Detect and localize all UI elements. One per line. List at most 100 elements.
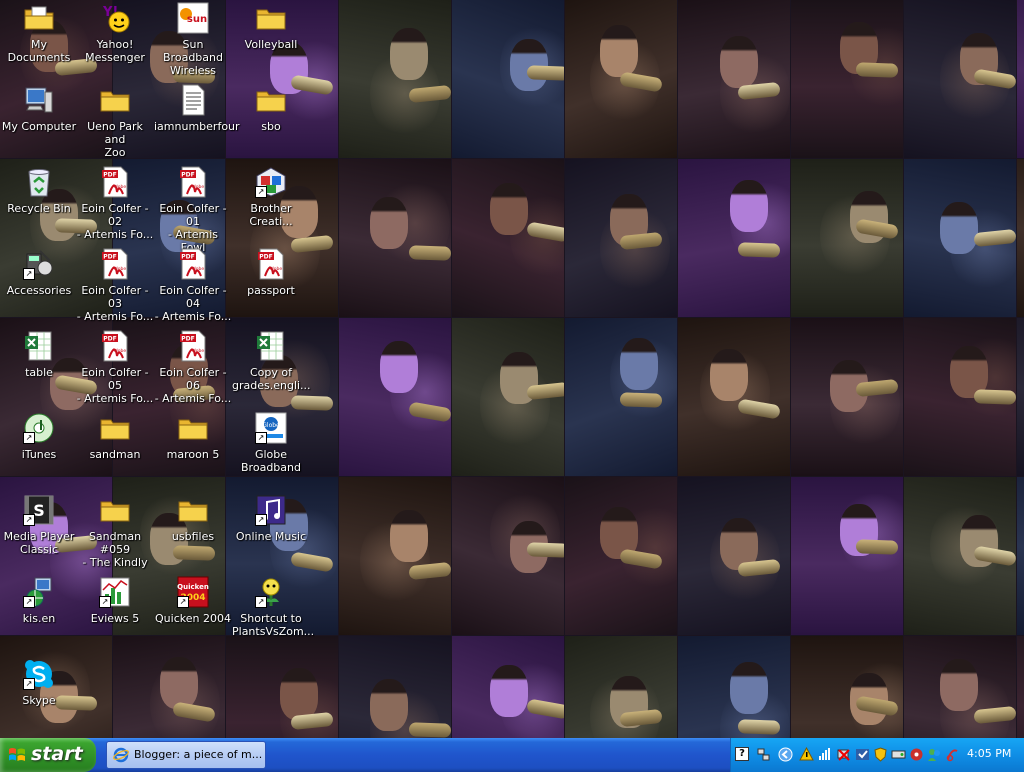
pdf-icon: PDF Adobe	[255, 248, 287, 280]
desktop-icon-skype[interactable]: ↗ Skype	[0, 658, 78, 736]
wallpaper-microphone	[973, 389, 1016, 405]
system-tray: ? 4:05 PM	[730, 738, 1024, 772]
desktop-icon-accessories[interactable]: ↗ Accessories	[0, 248, 78, 326]
sun-broadband-icon: sun	[177, 2, 209, 34]
desktop-icon-label: Recycle Bin	[7, 202, 71, 215]
wallpaper-tile	[678, 159, 790, 317]
disconnected-network-icon[interactable]	[836, 747, 851, 762]
desktop-icon-eviews-5[interactable]: ↗ Eviews 5	[76, 576, 154, 654]
wallpaper-tile	[678, 636, 790, 738]
wallpaper-microphone	[619, 392, 663, 408]
desktop-icon-sun-broadband[interactable]: sun Sun Broadband Wireless	[154, 2, 232, 80]
folder-icon	[177, 412, 209, 444]
help-icon[interactable]: ?	[735, 747, 749, 761]
desktop-icon-label: Eoin Colfer - 03 - Artemis Fo...	[76, 284, 154, 323]
desktop-icon-label: Sandman #059 - The Kindly ...	[82, 530, 148, 582]
drive-icon[interactable]	[891, 747, 906, 762]
svg-text:PDF: PDF	[103, 336, 116, 343]
yahoo-tray-icon[interactable]	[945, 747, 960, 762]
desktop-icon-eoin-colfer-06[interactable]: PDF Adobe Eoin Colfer - 06 - Artemis Fo...	[154, 330, 232, 408]
wallpaper-tile	[452, 477, 564, 635]
desktop-icon-volleyball[interactable]: Volleyball	[232, 2, 310, 80]
wallpaper-tile	[339, 159, 451, 317]
desktop-icon-eoin-colfer-03[interactable]: PDF Adobe Eoin Colfer - 03 - Artemis Fo...	[76, 248, 154, 326]
desktop-icon-online-music[interactable]: ↗ Online Music	[232, 494, 310, 572]
wallpaper-microphone	[855, 539, 899, 555]
wallpaper-singer	[390, 510, 428, 562]
folder-icon	[99, 494, 131, 526]
internet-explorer-icon	[113, 747, 129, 763]
desktop-icon-quicken-2004[interactable]: Quicken 2004 ↗ Quicken 2004	[154, 576, 232, 654]
wallpaper-singer	[940, 659, 978, 711]
desktop-icon-brother[interactable]: ↗ Brother Creati...	[232, 166, 310, 244]
network-connection-icon[interactable]	[756, 747, 771, 762]
desktop-icon-iamnumberfour[interactable]: iamnumberfour	[154, 84, 240, 162]
desktop-icon-label: Globe Broadband	[241, 448, 301, 474]
desktop-icon-itunes[interactable]: ↗ iTunes	[0, 412, 78, 490]
svg-text:PDF: PDF	[103, 254, 116, 261]
desktop-icon-yahoo[interactable]: Y! Yahoo! Messenger	[76, 2, 154, 80]
desktop-icon-label: Skype	[22, 694, 56, 707]
shortcut-arrow-icon: ↗	[23, 268, 35, 280]
security-shield-icon[interactable]	[873, 747, 888, 762]
desktop-icon-my-documents[interactable]: My Documents	[0, 2, 78, 80]
desktop-icon-sandman[interactable]: sandman	[76, 412, 154, 490]
wallpaper-singer	[720, 36, 758, 88]
desktop-icon-sbo[interactable]: sbo	[232, 84, 310, 162]
desktop-icon-label: Eoin Colfer - 05 - Artemis Fo...	[76, 366, 154, 405]
desktop-icon-label: usbfiles	[171, 530, 215, 543]
desktop-icon-label: Shortcut to PlantsVsZom...	[232, 612, 315, 638]
svg-text:sun: sun	[187, 14, 207, 25]
collapse-tray-icon[interactable]	[778, 747, 793, 762]
brother-app-icon: ↗	[255, 166, 287, 198]
desktop-icon-eoin-colfer-05[interactable]: PDF Adobe Eoin Colfer - 05 - Artemis Fo...	[76, 330, 154, 408]
desktop-icon-label: sbo	[261, 120, 281, 133]
start-button[interactable]: start	[0, 738, 96, 772]
wallpaper-singer	[370, 197, 408, 249]
excel-icon	[255, 330, 287, 362]
wallpaper-tile	[791, 0, 903, 158]
antivirus-icon[interactable]	[855, 747, 870, 762]
desktop-icon-usbfiles[interactable]: usbfiles	[154, 494, 232, 572]
wallpaper-tile	[452, 159, 564, 317]
desktop-icon-globe[interactable]: Globe ↗ Globe Broadband	[232, 412, 310, 490]
wireless-icon[interactable]	[817, 747, 832, 762]
desktop-icon-label: iamnumberfour	[154, 120, 240, 133]
desktop-icon-kis-en[interactable]: ↗ kis.en	[0, 576, 78, 654]
desktop-icon-ueno-park-and[interactable]: Ueno Park and Zoo	[76, 84, 154, 162]
svg-text:PDF: PDF	[259, 254, 272, 261]
messenger-tray-icon[interactable]	[927, 747, 942, 762]
desktop-icon-my-computer[interactable]: My Computer	[0, 84, 78, 162]
svg-text:Adobe: Adobe	[190, 348, 204, 354]
folder-icon	[255, 84, 287, 116]
wallpaper-singer	[730, 662, 768, 714]
wallpaper-tile	[1017, 0, 1024, 158]
desktop-icon-recycle-bin[interactable]: Recycle Bin	[0, 166, 78, 244]
desktop-icon-label: iTunes	[21, 448, 57, 461]
desktop-icon-table[interactable]: table	[0, 330, 78, 408]
desktop-icons-area: My Documents Y! Yahoo! Messenger sun Sun Bro…	[0, 0, 320, 738]
wallpaper-tile	[1017, 318, 1024, 476]
desktop-icon-label: sandman	[89, 448, 141, 461]
svg-text:PDF: PDF	[181, 254, 194, 261]
desktop-icon-eoin-colfer-04[interactable]: PDF Adobe Eoin Colfer - 04 - Artemis Fo...	[154, 248, 232, 326]
security-alert-icon[interactable]	[799, 747, 814, 762]
yahoo-messenger-icon: Y!	[99, 2, 131, 34]
taskbar-button-blogger[interactable]: Blogger: a piece of m...	[106, 741, 266, 769]
windows-flag-icon	[9, 748, 25, 761]
pdf-icon: PDF Adobe	[99, 248, 131, 280]
desktop-icon-passport[interactable]: PDF Adobe passport	[232, 248, 310, 326]
shortcut-arrow-icon: ↗	[255, 186, 267, 198]
desktop-icon-sandman-059[interactable]: Sandman #059 - The Kindly ...	[76, 494, 154, 582]
media-tray-icon[interactable]	[909, 747, 924, 762]
desktop-icon-eoin-colfer-01[interactable]: PDF Adobe Eoin Colfer - 01 - Artemis Fowl	[154, 166, 232, 254]
desktop-icon-maroon-5[interactable]: maroon 5	[154, 412, 232, 490]
desktop-icon-eoin-colfer-02[interactable]: PDF Adobe Eoin Colfer - 02 - Artemis Fo...	[76, 166, 154, 244]
desktop-icon-shortcut-to[interactable]: ↗ Shortcut to PlantsVsZom...	[232, 576, 315, 654]
desktop-icon-copy-of[interactable]: Copy of grades.engli...	[232, 330, 311, 408]
wallpaper-singer	[380, 341, 418, 393]
desktop-icon-media-player[interactable]: S ↗ Media Player Classic	[0, 494, 78, 572]
taskbar-clock: 4:05 PM	[967, 747, 1012, 760]
desktop-icon-label: Brother Creati...	[249, 202, 293, 228]
wallpaper-tile	[904, 477, 1016, 635]
